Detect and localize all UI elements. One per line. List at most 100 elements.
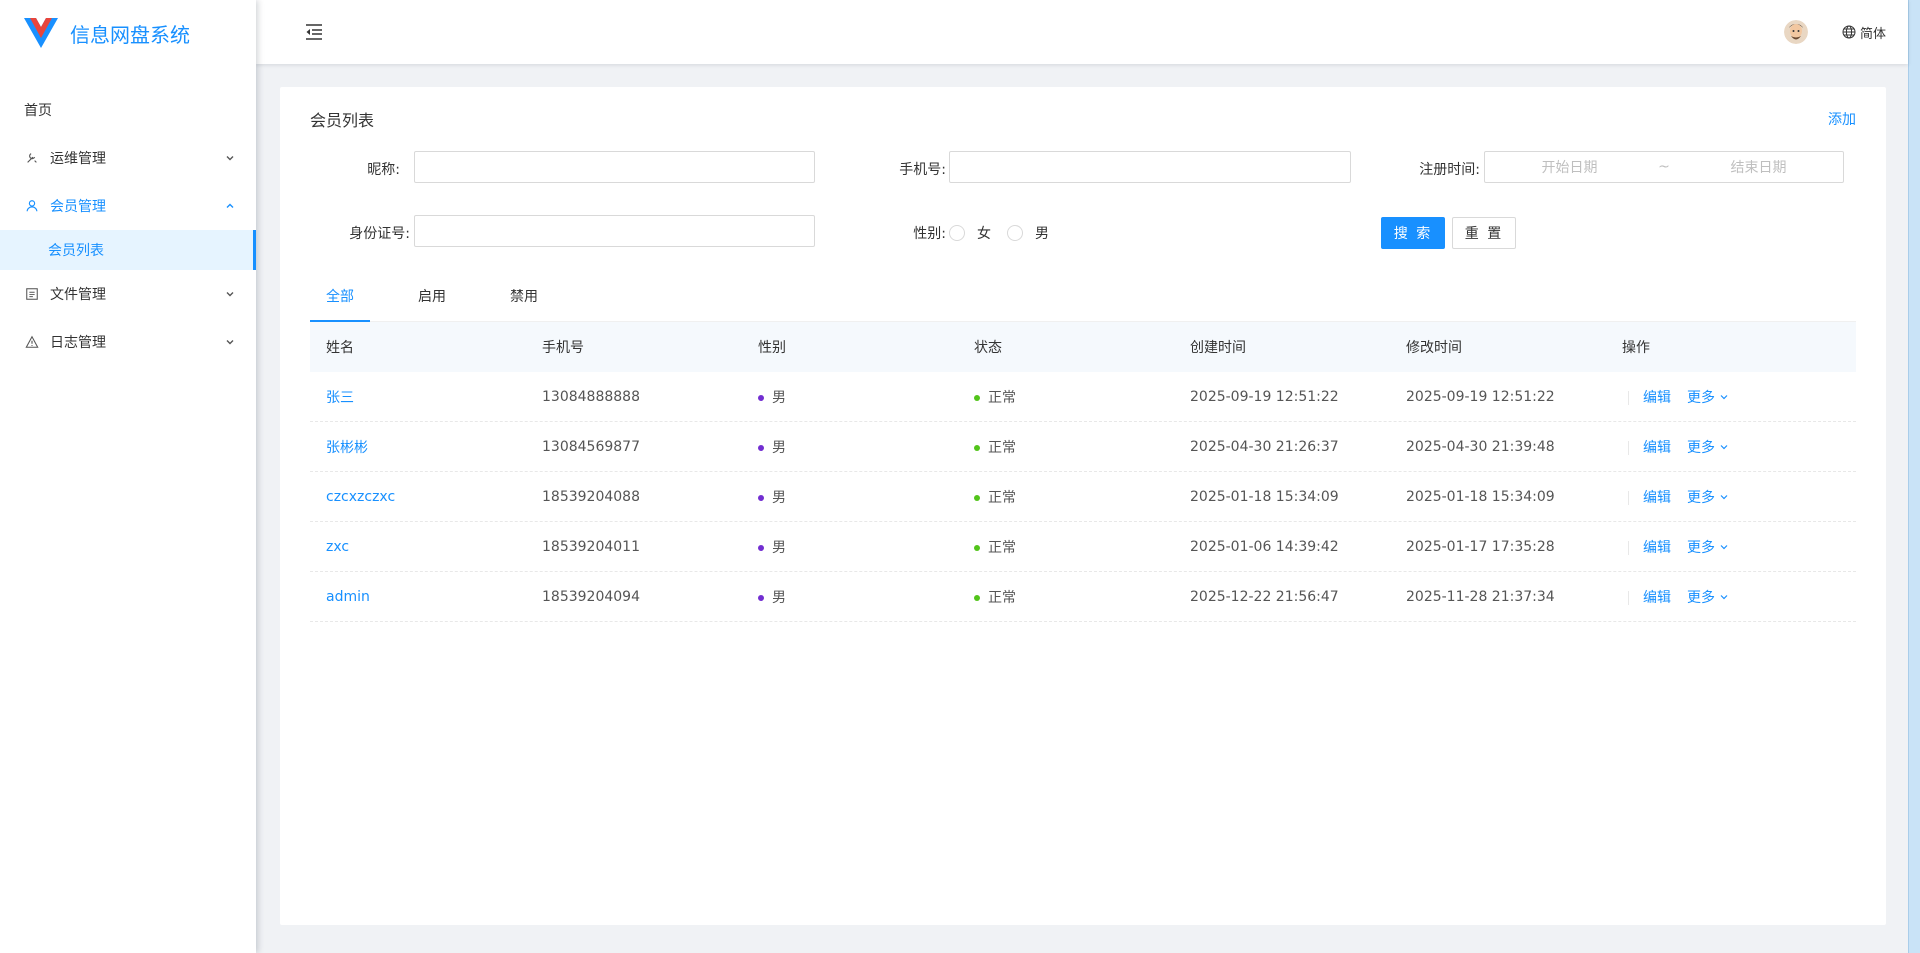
sidebar-item-files[interactable]: 文件管理 xyxy=(0,270,256,318)
chevron-down-icon xyxy=(1720,494,1728,499)
edit-button[interactable]: 编辑 xyxy=(1643,390,1671,406)
tab-enabled[interactable]: 启用 xyxy=(402,282,462,322)
table-header: 姓名 手机号 性别 状态 创建时间 修改时间 操作 xyxy=(310,322,1856,372)
table-row: admin 18539204094 男 正常 2025-12-22 21:56:… xyxy=(310,572,1856,622)
language-switch[interactable]: 简体 xyxy=(1842,23,1886,42)
nickname-label: 昵称: xyxy=(367,162,400,178)
search-button[interactable]: 搜 索 xyxy=(1381,217,1445,249)
chevron-down-icon xyxy=(226,156,234,161)
phone-input[interactable] xyxy=(949,151,1351,183)
add-member-button[interactable]: 添加 xyxy=(1828,109,1856,129)
sidebar-item-label: 会员列表 xyxy=(48,243,104,259)
globe-icon xyxy=(1842,25,1856,39)
sidebar-item-member-list[interactable]: 会员列表 xyxy=(0,230,256,270)
status-cell: 正常 xyxy=(988,589,1016,606)
more-label: 更多 xyxy=(1687,389,1715,406)
gender-radio-female[interactable]: 女 xyxy=(949,223,991,243)
sidebar: 信息网盘系统 首页 运维管理 会员管理 会员列表 文件管理 日志管理 xyxy=(0,0,256,953)
chevron-up-icon xyxy=(226,203,234,208)
gender-dot xyxy=(758,394,764,401)
status-cell: 正常 xyxy=(988,389,1016,406)
more-label: 更多 xyxy=(1687,589,1715,606)
tab-disabled[interactable]: 禁用 xyxy=(494,282,554,322)
gender-cell: 男 xyxy=(772,389,786,406)
avatar[interactable] xyxy=(1783,20,1808,44)
created-cell: 2025-04-30 21:26:37 xyxy=(1190,438,1339,455)
member-name-link[interactable]: czcxzczxc xyxy=(326,489,395,505)
sidebar-item-home[interactable]: 首页 xyxy=(0,86,256,134)
reset-button[interactable]: 重 置 xyxy=(1452,217,1516,249)
gender-cell: 男 xyxy=(772,489,786,506)
sidebar-item-logs[interactable]: 日志管理 xyxy=(0,318,256,366)
modified-cell: 2025-09-19 12:51:22 xyxy=(1406,388,1555,405)
more-dropdown[interactable]: 更多 xyxy=(1687,437,1729,457)
radio-label: 女 xyxy=(977,226,991,242)
member-name-link[interactable]: zxc xyxy=(326,539,349,555)
status-dot xyxy=(974,494,980,501)
more-label: 更多 xyxy=(1687,489,1715,506)
language-label: 简体 xyxy=(1859,26,1886,42)
sidebar-item-ops[interactable]: 运维管理 xyxy=(0,134,256,182)
table-row: 张彬彬 13084569877 男 正常 2025-04-30 21:26:37… xyxy=(310,422,1856,472)
more-dropdown[interactable]: 更多 xyxy=(1687,537,1729,557)
table-row: 张三 13084888888 男 正常 2025-09-19 12:51:22 … xyxy=(310,372,1856,422)
reg-time-range-picker[interactable]: 开始日期 ~ 结束日期 xyxy=(1484,151,1844,183)
page-scrollbar[interactable] xyxy=(1908,0,1920,953)
gender-radio-male[interactable]: 男 xyxy=(1007,223,1049,243)
phone-cell: 13084888888 xyxy=(542,388,640,405)
menu-fold-icon[interactable] xyxy=(304,22,324,42)
app-logo[interactable]: 信息网盘系统 xyxy=(0,0,256,66)
status-dot xyxy=(974,394,980,401)
phone-cell: 18539204094 xyxy=(542,588,640,605)
status-tabs: 全部 启用 禁用 xyxy=(310,282,1856,322)
divider xyxy=(1628,590,1629,605)
more-dropdown[interactable]: 更多 xyxy=(1687,587,1729,607)
sidebar-menu: 首页 运维管理 会员管理 会员列表 文件管理 日志管理 xyxy=(0,86,256,366)
sidebar-item-label: 日志管理 xyxy=(50,335,106,351)
avatar-icon xyxy=(1783,20,1808,44)
edit-button[interactable]: 编辑 xyxy=(1643,490,1671,506)
tab-all[interactable]: 全部 xyxy=(310,282,370,322)
user-icon xyxy=(24,198,40,214)
edit-button[interactable]: 编辑 xyxy=(1643,440,1671,456)
end-date-placeholder[interactable]: 结束日期 xyxy=(1674,157,1843,177)
top-header: 简体 xyxy=(256,0,1908,64)
gender-dot xyxy=(758,594,764,601)
phone-cell: 18539204088 xyxy=(542,488,640,505)
more-label: 更多 xyxy=(1687,539,1715,556)
gender-dot xyxy=(758,494,764,501)
idcard-input[interactable] xyxy=(414,215,815,247)
chevron-down-icon xyxy=(226,292,234,297)
range-separator: ~ xyxy=(1658,159,1670,175)
divider xyxy=(1628,440,1629,455)
start-date-placeholder[interactable]: 开始日期 xyxy=(1485,157,1654,177)
member-name-link[interactable]: 张彬彬 xyxy=(326,440,368,456)
file-icon xyxy=(24,286,40,302)
table-row: czcxzczxc 18539204088 男 正常 2025-01-18 15… xyxy=(310,472,1856,522)
column-header: 性别 xyxy=(758,340,786,356)
sidebar-item-members[interactable]: 会员管理 xyxy=(0,182,256,230)
chevron-down-icon xyxy=(226,340,234,345)
chevron-down-icon xyxy=(1720,594,1728,599)
more-dropdown[interactable]: 更多 xyxy=(1687,487,1729,507)
column-header: 手机号 xyxy=(542,340,584,356)
status-cell: 正常 xyxy=(988,439,1016,456)
nickname-input[interactable] xyxy=(414,151,815,183)
modified-cell: 2025-01-17 17:35:28 xyxy=(1406,538,1555,555)
divider xyxy=(1628,490,1629,505)
edit-button[interactable]: 编辑 xyxy=(1643,590,1671,606)
phone-cell: 18539204011 xyxy=(542,538,640,555)
more-dropdown[interactable]: 更多 xyxy=(1687,387,1729,407)
chevron-down-icon xyxy=(1720,394,1728,399)
edit-button[interactable]: 编辑 xyxy=(1643,540,1671,556)
member-name-link[interactable]: 张三 xyxy=(326,390,354,406)
divider xyxy=(1628,390,1629,405)
app-title: 信息网盘系统 xyxy=(70,22,190,47)
gender-dot xyxy=(758,444,764,451)
radio-circle xyxy=(949,225,965,241)
table-row: zxc 18539204011 男 正常 2025-01-06 14:39:42… xyxy=(310,522,1856,572)
created-cell: 2025-01-18 15:34:09 xyxy=(1190,488,1339,505)
more-label: 更多 xyxy=(1687,439,1715,456)
member-name-link[interactable]: admin xyxy=(326,589,370,605)
status-dot xyxy=(974,544,980,551)
